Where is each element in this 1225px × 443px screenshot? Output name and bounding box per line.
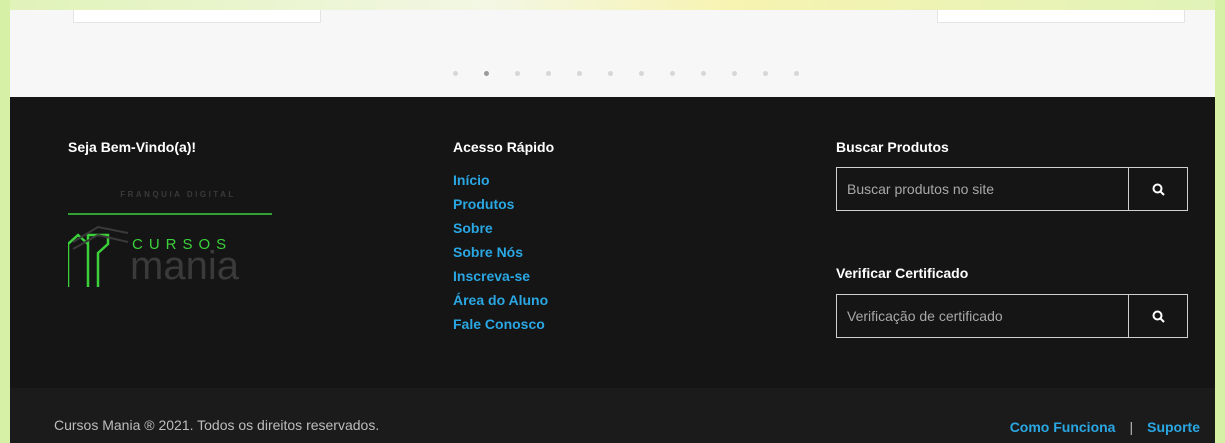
carousel-dot[interactable] xyxy=(794,67,825,79)
carousel-dot[interactable] xyxy=(732,67,763,79)
link-inscreva-se[interactable]: Inscreva-se xyxy=(453,268,530,284)
carousel-dot[interactable] xyxy=(701,67,732,79)
logo-tagline: FRANQUIA DIGITAL xyxy=(120,190,236,199)
link-inicio[interactable]: Início xyxy=(453,172,490,188)
carousel-dot[interactable] xyxy=(546,67,577,79)
verify-certificate-input[interactable] xyxy=(837,295,1128,337)
search-icon xyxy=(1152,183,1165,196)
link-como-funciona[interactable]: Como Funciona xyxy=(1010,419,1116,435)
carousel-section xyxy=(10,10,1215,97)
carousel-card[interactable] xyxy=(73,10,321,23)
carousel-dot[interactable] xyxy=(453,67,484,79)
carousel-dot[interactable] xyxy=(515,67,546,79)
search-products-title: Buscar Produtos xyxy=(836,139,949,155)
link-sobre[interactable]: Sobre xyxy=(453,220,493,236)
verify-certificate-button[interactable] xyxy=(1128,295,1187,337)
search-icon xyxy=(1152,310,1165,323)
welcome-title: Seja Bem-Vindo(a)! xyxy=(68,139,197,155)
search-products-button[interactable] xyxy=(1128,168,1187,210)
link-area-do-aluno[interactable]: Área do Aluno xyxy=(453,292,548,308)
page-frame-top xyxy=(0,0,1225,10)
link-produtos[interactable]: Produtos xyxy=(453,196,514,212)
quick-access-links: Início Produtos Sobre Sobre Nós Inscreva… xyxy=(453,173,548,341)
carousel-dot[interactable] xyxy=(608,67,639,79)
carousel-dot[interactable] xyxy=(763,67,794,79)
verify-certificate-title: Verificar Certificado xyxy=(836,265,969,281)
page-frame-right xyxy=(1215,0,1225,443)
quick-access-title: Acesso Rápido xyxy=(453,139,555,155)
carousel-dot-active[interactable] xyxy=(484,67,515,79)
search-products-input[interactable] xyxy=(837,168,1128,210)
copyright-text: Cursos Mania ® 2021. Todos os direitos r… xyxy=(54,417,380,433)
link-separator: | xyxy=(1129,419,1134,435)
link-suporte[interactable]: Suporte xyxy=(1147,419,1200,435)
bottom-links: Como Funciona | Suporte xyxy=(1010,419,1200,435)
carousel-dot[interactable] xyxy=(670,67,701,79)
carousel-dot[interactable] xyxy=(577,67,608,79)
cursos-mania-logo[interactable]: FRANQUIA DIGITAL CURSOS mania xyxy=(68,187,288,297)
carousel-dot[interactable] xyxy=(639,67,670,79)
carousel-pagination xyxy=(453,67,825,79)
link-sobre-nos[interactable]: Sobre Nós xyxy=(453,244,523,260)
page-frame-left xyxy=(0,0,10,443)
link-fale-conosco[interactable]: Fale Conosco xyxy=(453,316,545,332)
site-footer: Seja Bem-Vindo(a)! FRANQUIA DIGITAL CURS… xyxy=(10,97,1215,388)
footer-bottom-bar: Cursos Mania ® 2021. Todos os direitos r… xyxy=(10,388,1215,443)
verify-certificate-form xyxy=(836,294,1188,338)
logo-word-bottom: mania xyxy=(130,244,240,288)
carousel-card[interactable] xyxy=(937,10,1185,23)
search-products-form xyxy=(836,167,1188,211)
